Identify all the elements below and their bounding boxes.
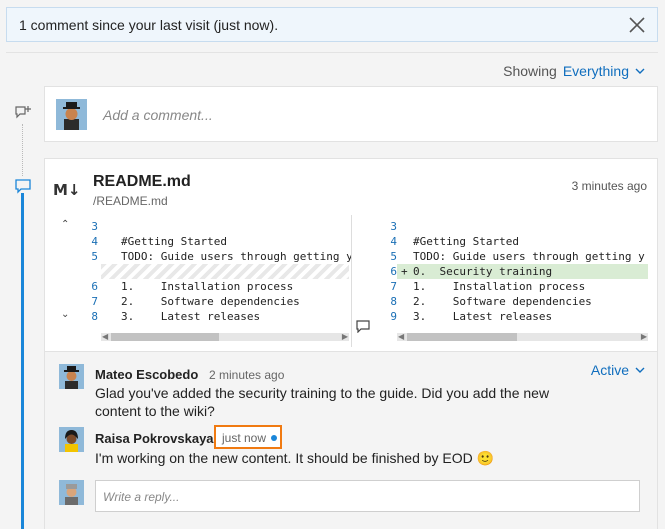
thread-status-dropdown[interactable]: Active (591, 362, 645, 378)
avatar (59, 427, 84, 452)
diff-line: 6 1. Installation process (91, 280, 294, 293)
comment-icon (15, 179, 31, 194)
diff-line: 3 (91, 220, 98, 233)
divider (6, 52, 658, 53)
diff-view: ⌃ ⌄ 3 4 #Getting Started 5 TODO: Guide use… (45, 215, 657, 349)
comment-timestamp: 2 minutes ago (209, 368, 285, 382)
diff-line: 8 2. Software dependencies (390, 295, 592, 308)
diff-line: 5 TODO: Guide users through getting y (390, 250, 645, 263)
file-name[interactable]: README.md (93, 173, 191, 191)
diff-line: 4 #Getting Started (390, 235, 519, 248)
comment-replies: Active Mateo Escobedo 2 minutes ago Glad… (45, 351, 657, 529)
timeline-line (21, 193, 24, 529)
markdown-file-icon: M↓ (53, 181, 81, 199)
horizontal-scrollbar[interactable]: ◀ ▶ (101, 332, 349, 341)
new-comment-highlight: just now (214, 425, 282, 449)
diff-line: 7 2. Software dependencies (91, 295, 300, 308)
filter-value: Everything (562, 63, 629, 79)
diff-left-pane: ⌃ ⌄ 3 4 #Getting Started 5 TODO: Guide use… (45, 215, 351, 349)
filter-label: Showing (503, 63, 557, 79)
smile-emoji-icon: 🙂 (476, 450, 495, 466)
file-timestamp: 3 minutes ago (571, 179, 647, 193)
diff-right-pane: 3 4 #Getting Started 5 TODO: Guide users t… (352, 215, 657, 349)
diff-placeholder-line (101, 264, 349, 279)
scrollbar-thumb[interactable] (407, 333, 517, 341)
diff-added-line: 6 +0. Security training (390, 264, 648, 279)
filter-dropdown: Showing Everything (503, 63, 645, 79)
add-comment-card: Add a comment... (44, 86, 658, 142)
comment-author: Raisa Pokrovskaya (95, 431, 214, 446)
comment-timestamp: just now (222, 431, 267, 445)
diff-line: 3 (390, 220, 397, 233)
banner-text: 1 comment since your last visit (just no… (19, 16, 279, 33)
avatar (56, 99, 87, 130)
filter-value-button[interactable]: Everything (563, 63, 645, 79)
diff-line: 4 #Getting Started (91, 235, 227, 248)
chevron-down-icon (635, 68, 645, 74)
scrollbar-thumb[interactable] (111, 333, 219, 341)
avatar (59, 480, 84, 505)
avatar (59, 364, 84, 389)
file-path: /README.md (93, 194, 168, 208)
comment-thread-card: M↓ README.md /README.md 3 minutes ago ⌃ … (44, 158, 658, 529)
close-icon[interactable] (627, 15, 647, 35)
comment-author: Mateo Escobedo (95, 367, 199, 382)
diff-line: 7 1. Installation process (390, 280, 586, 293)
horizontal-scrollbar[interactable]: ◀ ▶ (397, 332, 648, 341)
unread-dot (271, 435, 277, 441)
reply-placeholder: Write a reply... (103, 490, 180, 504)
diff-line: 9 3. Latest releases (390, 310, 553, 323)
timeline-connector (22, 124, 23, 176)
diff-line: 5 TODO: Guide users through getting y (91, 250, 351, 263)
comment-text: Glad you've added the security training … (95, 385, 550, 419)
diff-line: 8 3. Latest releases (91, 310, 261, 323)
add-comment-icon (15, 106, 31, 119)
comment-text: I'm working on the new content. It shoul… (95, 450, 495, 466)
new-comments-banner: 1 comment since your last visit (just no… (6, 7, 658, 42)
add-comment-input[interactable]: Add a comment... (103, 107, 213, 123)
thread-status: Active (590, 362, 629, 378)
reply-input[interactable]: Write a reply... (95, 480, 640, 512)
chevron-down-icon (635, 367, 645, 373)
